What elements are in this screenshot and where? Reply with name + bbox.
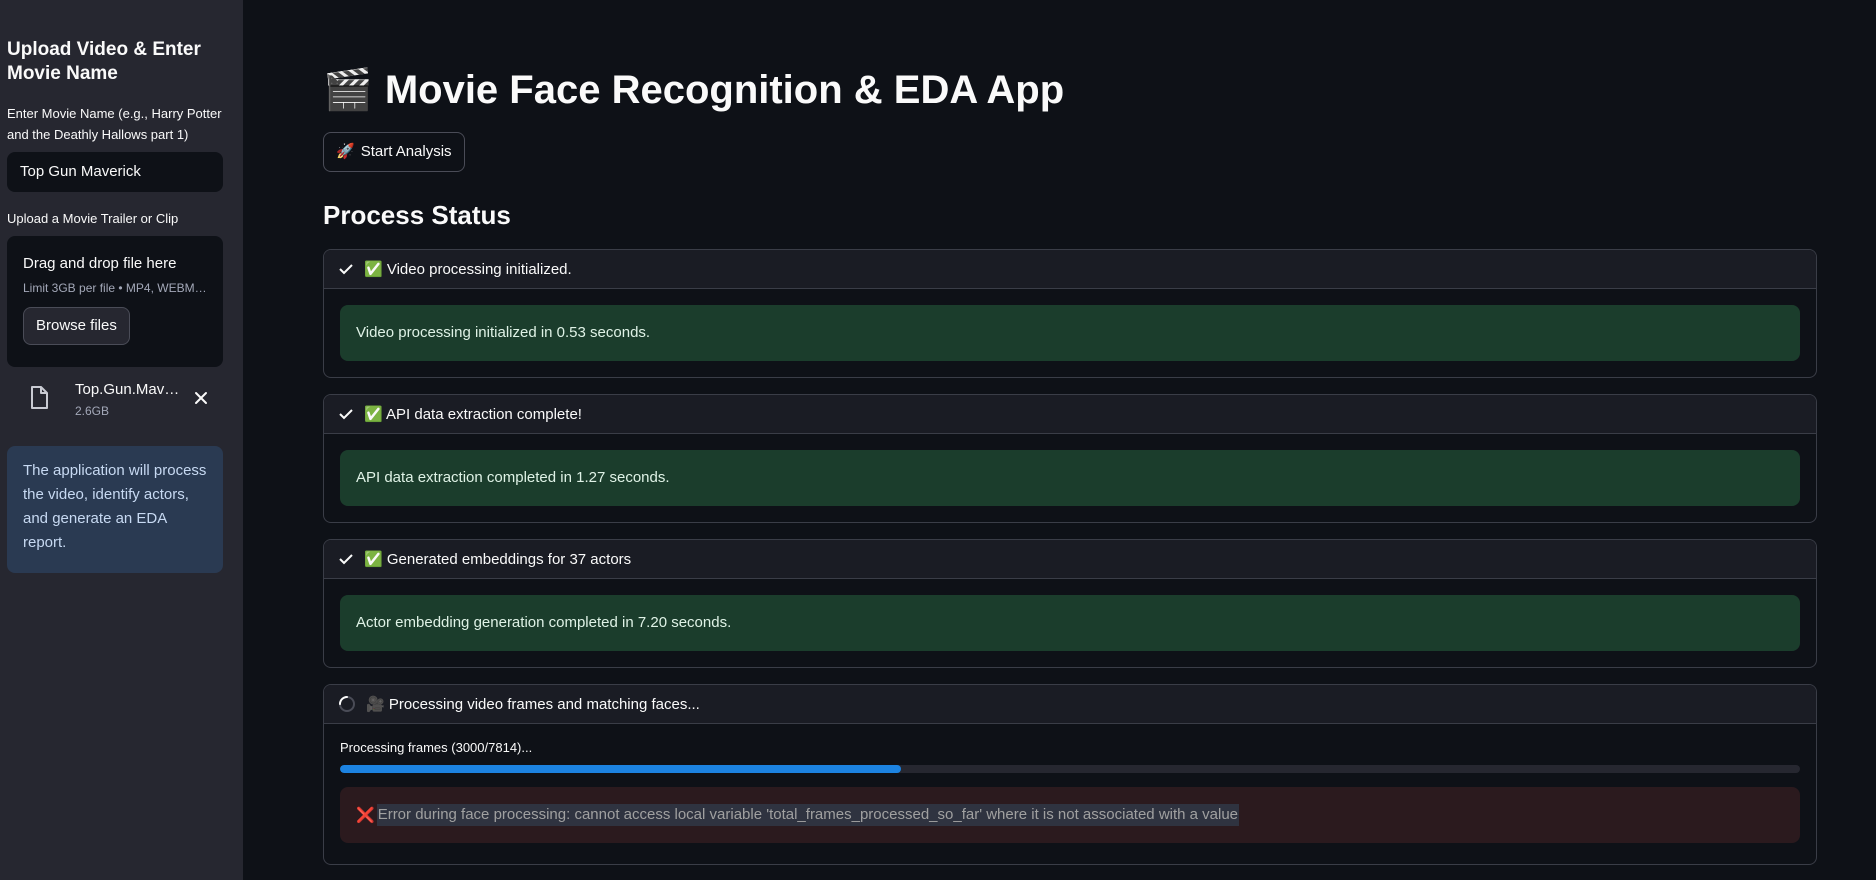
status-header[interactable]: ✅ Video processing initialized. <box>324 250 1816 289</box>
upload-label: Upload a Movie Trailer or Clip <box>7 211 179 226</box>
status-header-text: ✅ Video processing initialized. <box>364 261 572 278</box>
start-analysis-label: Start Analysis <box>360 143 452 160</box>
close-icon[interactable] <box>191 388 211 408</box>
error-text: Error during face processing: cannot acc… <box>376 804 1240 826</box>
browse-files-button[interactable]: Browse files <box>23 307 130 345</box>
status-header-text: ✅ API data extraction complete! <box>364 406 582 423</box>
success-message: API data extraction completed in 1.27 se… <box>340 450 1800 506</box>
success-message: Video processing initialized in 0.53 sec… <box>340 305 1800 361</box>
file-name: Top.Gun.Maverick <box>75 381 187 398</box>
movie-name-input[interactable]: Top Gun Maverick <box>7 152 223 192</box>
status-header-text: ✅ Generated embeddings for 37 actors <box>364 551 632 568</box>
spinner-icon <box>339 696 355 712</box>
progress-bar-fill <box>340 765 901 773</box>
progress-label: Processing frames (3000/7814)... <box>340 740 533 755</box>
status-header-text: 🎥 Processing video frames and matching f… <box>366 696 700 713</box>
check-icon <box>339 264 353 275</box>
status-card-video-init: ✅ Video processing initialized. Video pr… <box>323 249 1817 378</box>
sidebar: Upload Video & Enter Movie Name Enter Mo… <box>0 0 243 880</box>
movie-name-label: Enter Movie Name (e.g., Harry Potter and… <box>7 106 222 142</box>
success-message: Actor embedding generation completed in … <box>340 595 1800 651</box>
file-size: 2.6GB <box>75 404 110 418</box>
error-message: ❌ Error during face processing: cannot a… <box>340 787 1800 843</box>
dropzone-title: Drag and drop file here <box>23 255 177 272</box>
process-status-title: Process Status <box>323 200 511 230</box>
page-title: 🎬 Movie Face Recognition & EDA App <box>323 62 1064 118</box>
status-card-frame-processing: 🎥 Processing video frames and matching f… <box>323 684 1817 865</box>
file-icon <box>31 386 48 409</box>
clapper-icon: 🎬 <box>323 68 373 112</box>
info-message: The application will process the video, … <box>7 446 223 573</box>
uploaded-file: Top.Gun.Maverick 2.6GB <box>7 378 223 422</box>
start-analysis-button[interactable]: 🚀 Start Analysis <box>323 132 465 172</box>
check-icon <box>339 409 353 420</box>
status-header[interactable]: 🎥 Processing video frames and matching f… <box>324 685 1816 724</box>
sidebar-title: Upload Video & Enter Movie Name <box>7 39 201 84</box>
status-header[interactable]: ✅ API data extraction complete! <box>324 395 1816 434</box>
status-header[interactable]: ✅ Generated embeddings for 37 actors <box>324 540 1816 579</box>
error-icon: ❌ <box>356 807 375 824</box>
rocket-icon: 🚀 <box>336 143 355 160</box>
status-card-api-extraction: ✅ API data extraction complete! API data… <box>323 394 1817 523</box>
check-icon <box>339 554 353 565</box>
progress-bar <box>340 765 1800 773</box>
status-card-embeddings: ✅ Generated embeddings for 37 actors Act… <box>323 539 1817 668</box>
dropzone-limit: Limit 3GB per file • MP4, WEBM, MOV <box>23 281 207 295</box>
file-dropzone[interactable]: Drag and drop file here Limit 3GB per fi… <box>7 236 223 367</box>
page-title-text: Movie Face Recognition & EDA App <box>384 68 1065 112</box>
